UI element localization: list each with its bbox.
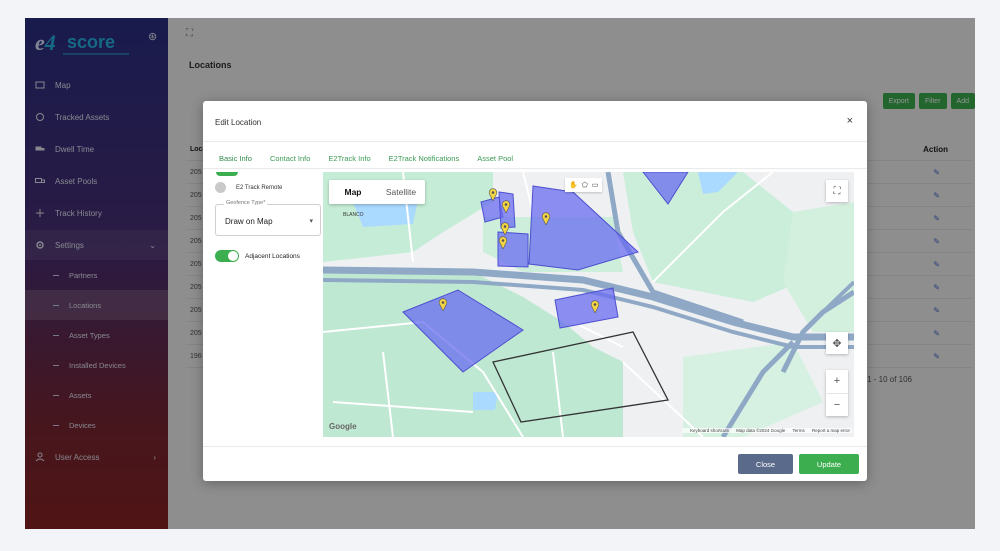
modal-title: Edit Location <box>215 118 262 127</box>
radio-label: E2 Track Remote <box>236 184 283 191</box>
tab-asset-pool[interactable]: Asset Pool <box>477 154 513 163</box>
geofence-type-value: Draw on Map <box>225 217 273 226</box>
close-button[interactable]: Close <box>738 454 793 474</box>
update-button-label: Update <box>816 459 842 469</box>
polygon-icon[interactable]: ⬠ <box>582 181 588 189</box>
map-type-map-button[interactable]: Map <box>329 180 377 204</box>
tab-basic-info[interactable]: Basic Info <box>219 154 252 163</box>
tab-contact-info[interactable]: Contact Info <box>270 154 310 163</box>
map-canvas[interactable]: BLANCO Map Satellite ✋ ⬠ ▭ ⛶ ✥ + − Googl… <box>323 172 854 437</box>
map-attribution: Keyboard shortcuts Map data ©2024 Google… <box>682 428 852 433</box>
divider <box>203 446 867 447</box>
map-type-satellite-button[interactable]: Satellite <box>377 180 425 204</box>
divider <box>203 168 867 169</box>
report-error-link[interactable]: Report a map error <box>812 428 850 433</box>
map-pin-icon[interactable] <box>438 298 448 311</box>
map-pin-icon[interactable] <box>488 188 498 201</box>
close-icon[interactable]: × <box>847 115 853 127</box>
modal-tabs: Basic Info Contact Info E2Track Info E2T… <box>219 154 531 163</box>
hand-icon[interactable]: ✋ <box>569 181 578 189</box>
update-button[interactable]: Update <box>799 454 859 474</box>
divider <box>203 141 867 142</box>
toggle-label: Adjacent Locations <box>245 252 300 260</box>
keyboard-shortcuts-link[interactable]: Keyboard shortcuts <box>690 428 729 433</box>
edit-location-modal: Edit Location × Basic Info Contact Info … <box>203 101 867 481</box>
map-place-label: BLANCO <box>343 212 364 218</box>
geofence-type-select[interactable]: Geofence Type* Draw on Map ▾ <box>215 200 321 236</box>
drawing-toolbar: ✋ ⬠ ▭ <box>565 178 603 192</box>
zoom-control: + − <box>826 370 848 416</box>
map-type-control: Map Satellite <box>329 180 425 204</box>
google-logo: Google <box>329 422 357 431</box>
close-button-label: Close <box>755 459 776 469</box>
radio-indicator <box>216 172 238 176</box>
map-data-text: Map data ©2024 Google <box>736 428 786 433</box>
e2-track-remote-option[interactable]: E2 Track Remote <box>215 182 282 193</box>
radio-button[interactable] <box>215 182 226 193</box>
tab-e2track-info[interactable]: E2Track Info <box>328 154 370 163</box>
adjacent-locations-toggle-row: Adjacent Locations <box>215 250 300 262</box>
adjacent-locations-toggle[interactable] <box>215 250 239 262</box>
app-frame: e4 score ⊛ Map Tracked Assets Dwell Time… <box>25 18 975 529</box>
zoom-in-button[interactable]: + <box>826 370 848 393</box>
map-tiles[interactable]: BLANCO <box>323 172 854 437</box>
zoom-out-button[interactable]: − <box>826 392 848 417</box>
map-pin-icon[interactable] <box>590 300 600 313</box>
map-pin-icon[interactable] <box>541 212 551 225</box>
tab-e2track-notifications[interactable]: E2Track Notifications <box>389 154 460 163</box>
map-pin-icon[interactable] <box>498 236 508 249</box>
pan-control-icon[interactable]: ✥ <box>826 332 848 354</box>
geofence-type-label: Geofence Type* <box>224 200 268 206</box>
fullscreen-icon[interactable]: ⛶ <box>826 180 848 202</box>
terms-link[interactable]: Terms <box>792 428 804 433</box>
rectangle-icon[interactable]: ▭ <box>592 181 599 189</box>
map-pin-icon[interactable] <box>501 200 511 213</box>
map-pin-icon[interactable] <box>500 222 510 235</box>
caret-down-icon: ▾ <box>309 218 313 225</box>
